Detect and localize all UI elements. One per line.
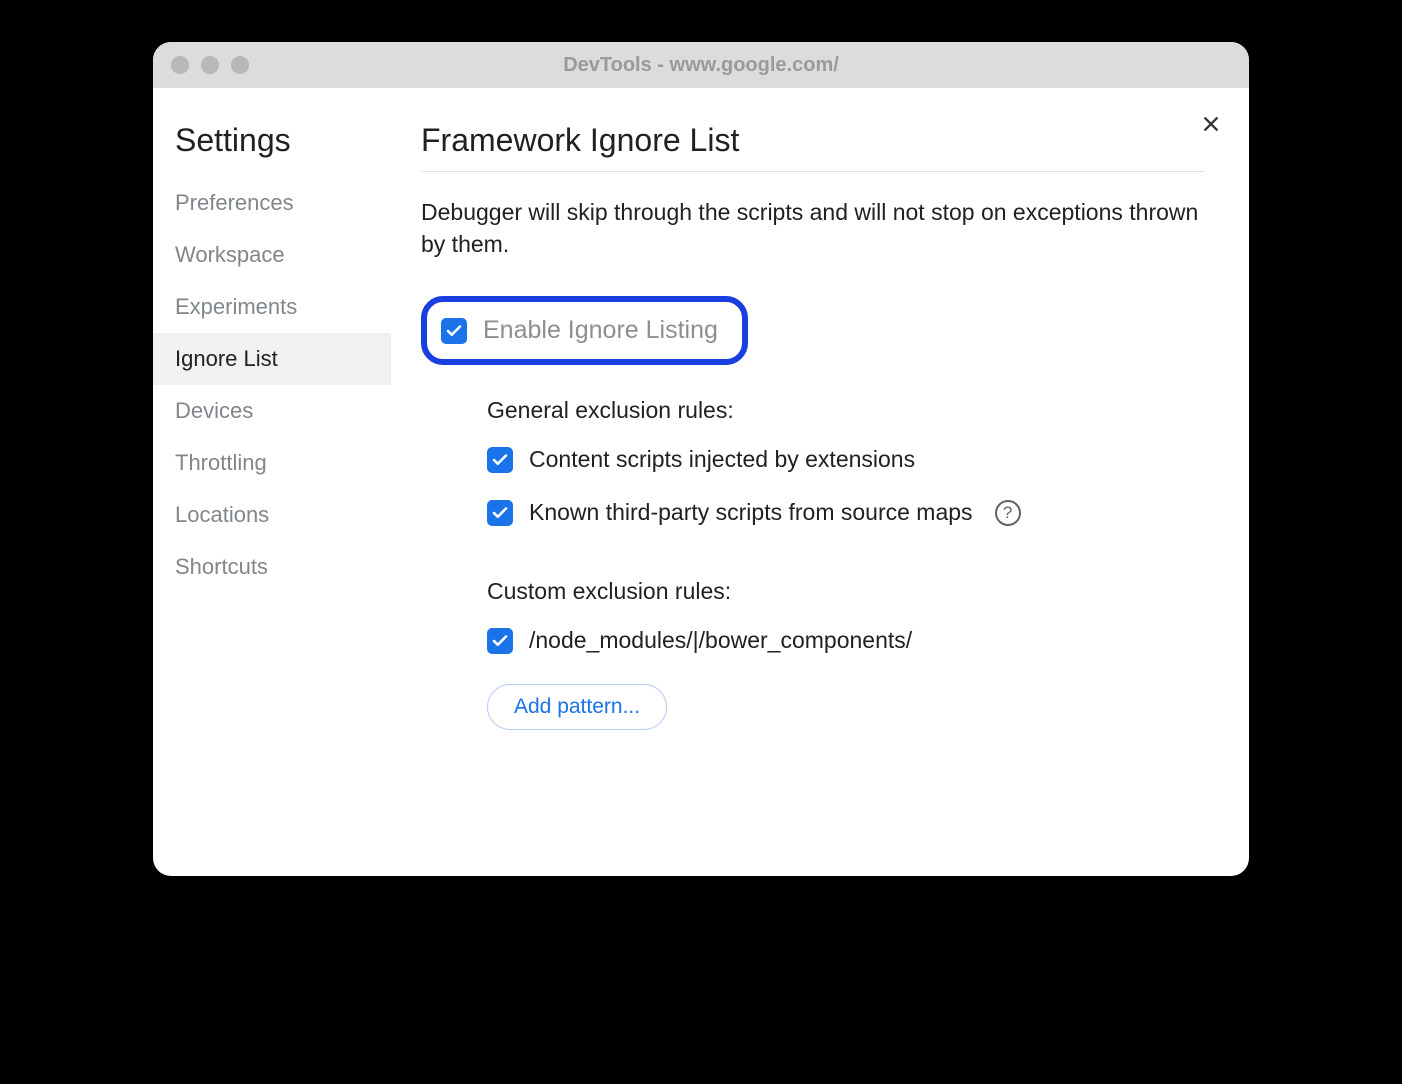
sidebar-item-devices[interactable]: Devices [153, 385, 391, 437]
page-description: Debugger will skip through the scripts a… [421, 196, 1204, 260]
settings-content: Settings Preferences Workspace Experimen… [153, 88, 1249, 876]
sidebar-item-locations[interactable]: Locations [153, 489, 391, 541]
settings-heading: Settings [153, 122, 391, 177]
sidebar-item-label: Ignore List [175, 346, 278, 371]
sidebar-item-workspace[interactable]: Workspace [153, 229, 391, 281]
close-icon [1200, 113, 1222, 135]
check-icon [445, 322, 463, 340]
devtools-settings-window: DevTools - www.google.com/ Settings Pref… [153, 42, 1249, 876]
sidebar-item-label: Experiments [175, 294, 297, 319]
general-exclusion-section: General exclusion rules: Content scripts… [421, 397, 1204, 526]
enable-ignore-listing-highlight: Enable Ignore Listing [421, 296, 748, 365]
content-scripts-checkbox[interactable] [487, 447, 513, 473]
rule-node-modules: /node_modules/|/bower_components/ [487, 627, 1204, 654]
help-icon[interactable]: ? [995, 500, 1021, 526]
sidebar-item-shortcuts[interactable]: Shortcuts [153, 541, 391, 593]
sidebar-item-label: Throttling [175, 450, 267, 475]
sidebar-item-experiments[interactable]: Experiments [153, 281, 391, 333]
window-title: DevTools - www.google.com/ [153, 54, 1249, 77]
close-button[interactable] [1195, 108, 1227, 140]
sidebar-item-throttling[interactable]: Throttling [153, 437, 391, 489]
rule-label: Known third-party scripts from source ma… [529, 499, 973, 526]
custom-exclusion-header: Custom exclusion rules: [487, 578, 1204, 605]
sidebar-item-label: Devices [175, 398, 253, 423]
close-traffic-light[interactable] [171, 56, 189, 74]
settings-sidebar: Settings Preferences Workspace Experimen… [153, 88, 391, 876]
rule-label: Content scripts injected by extensions [529, 446, 915, 473]
sidebar-item-preferences[interactable]: Preferences [153, 177, 391, 229]
rule-third-party-scripts: Known third-party scripts from source ma… [487, 499, 1204, 526]
sidebar-item-label: Shortcuts [175, 554, 268, 579]
enable-ignore-listing-checkbox[interactable] [441, 318, 467, 344]
check-icon [491, 632, 509, 650]
zoom-traffic-light[interactable] [231, 56, 249, 74]
enable-ignore-listing-label: Enable Ignore Listing [483, 316, 718, 345]
sidebar-item-label: Locations [175, 502, 269, 527]
traffic-lights [153, 56, 249, 74]
sidebar-item-ignore-list[interactable]: Ignore List [153, 333, 391, 385]
rule-content-scripts: Content scripts injected by extensions [487, 446, 1204, 473]
check-icon [491, 451, 509, 469]
window-titlebar: DevTools - www.google.com/ [153, 42, 1249, 88]
minimize-traffic-light[interactable] [201, 56, 219, 74]
general-exclusion-header: General exclusion rules: [487, 397, 1204, 424]
add-pattern-button[interactable]: Add pattern... [487, 684, 667, 730]
page-title: Framework Ignore List [421, 122, 1204, 172]
settings-main: Framework Ignore List Debugger will skip… [391, 88, 1249, 876]
custom-exclusion-section: Custom exclusion rules: /node_modules/|/… [421, 578, 1204, 730]
rule-label: /node_modules/|/bower_components/ [529, 627, 912, 654]
check-icon [491, 504, 509, 522]
third-party-scripts-checkbox[interactable] [487, 500, 513, 526]
sidebar-item-label: Preferences [175, 190, 294, 215]
sidebar-item-label: Workspace [175, 242, 285, 267]
node-modules-checkbox[interactable] [487, 628, 513, 654]
